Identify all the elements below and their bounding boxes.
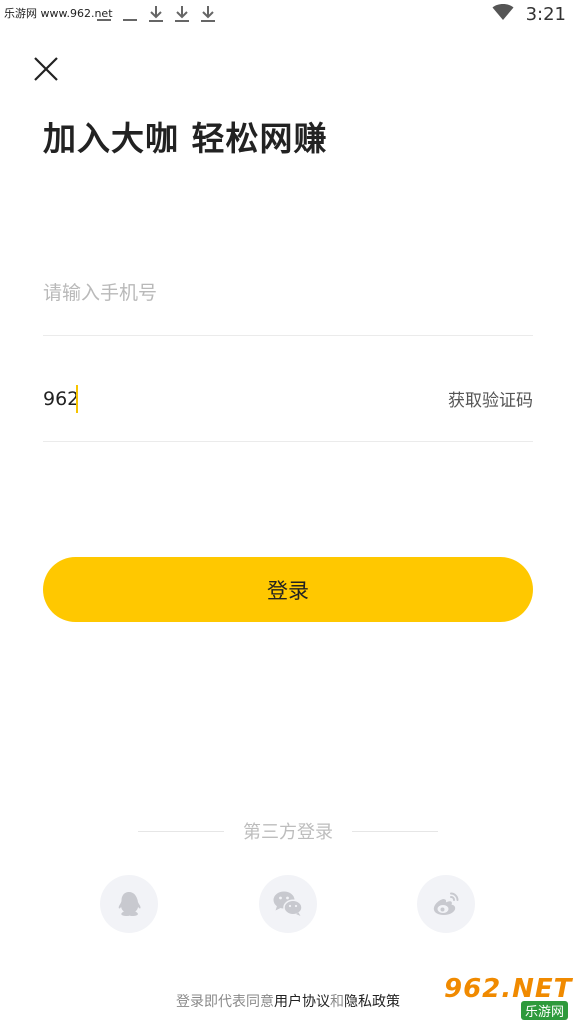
qq-icon	[118, 892, 141, 916]
wifi-icon	[492, 3, 514, 25]
qq-login-button[interactable]	[100, 875, 158, 933]
download-icon	[148, 4, 164, 24]
notification-icon	[96, 4, 112, 24]
third-party-login: 第三方登录	[138, 818, 438, 844]
wechat-login-button[interactable]	[259, 875, 317, 933]
page-title: 加入大咖 轻松网赚	[43, 119, 328, 158]
weibo-login-button[interactable]	[417, 875, 475, 933]
download-icon	[174, 4, 190, 24]
close-button[interactable]	[30, 53, 62, 85]
status-right: 3:21	[492, 3, 566, 25]
agreement-and: 和	[330, 994, 344, 1010]
phone-field	[43, 268, 533, 336]
notification-icon	[122, 4, 138, 24]
get-code-button[interactable]: 获取验证码	[448, 386, 533, 411]
watermark-logo-text: 962.NET	[444, 974, 573, 1004]
privacy-policy-link[interactable]: 隐私政策	[344, 994, 400, 1010]
status-time: 3:21	[525, 3, 566, 25]
watermark-logo: 962.NET 乐游网	[440, 974, 573, 1020]
close-icon	[34, 57, 58, 81]
text-caret	[76, 385, 78, 413]
agreement-prefix: 登录即代表同意	[176, 994, 274, 1010]
code-field: 获取验证码	[43, 374, 533, 442]
watermark-logo-subtext: 乐游网	[520, 1001, 568, 1020]
weibo-icon	[433, 892, 459, 915]
login-button[interactable]: 登录	[43, 557, 533, 622]
status-bar: 乐游网 www.962.net 3:21	[0, 0, 576, 30]
download-icon	[200, 4, 216, 24]
user-agreement-link[interactable]: 用户协议	[274, 994, 330, 1010]
wechat-icon	[273, 891, 303, 916]
phone-input[interactable]	[43, 276, 423, 310]
verification-code-input[interactable]	[43, 382, 423, 416]
divider-line	[352, 831, 438, 832]
notification-icons	[96, 4, 216, 24]
